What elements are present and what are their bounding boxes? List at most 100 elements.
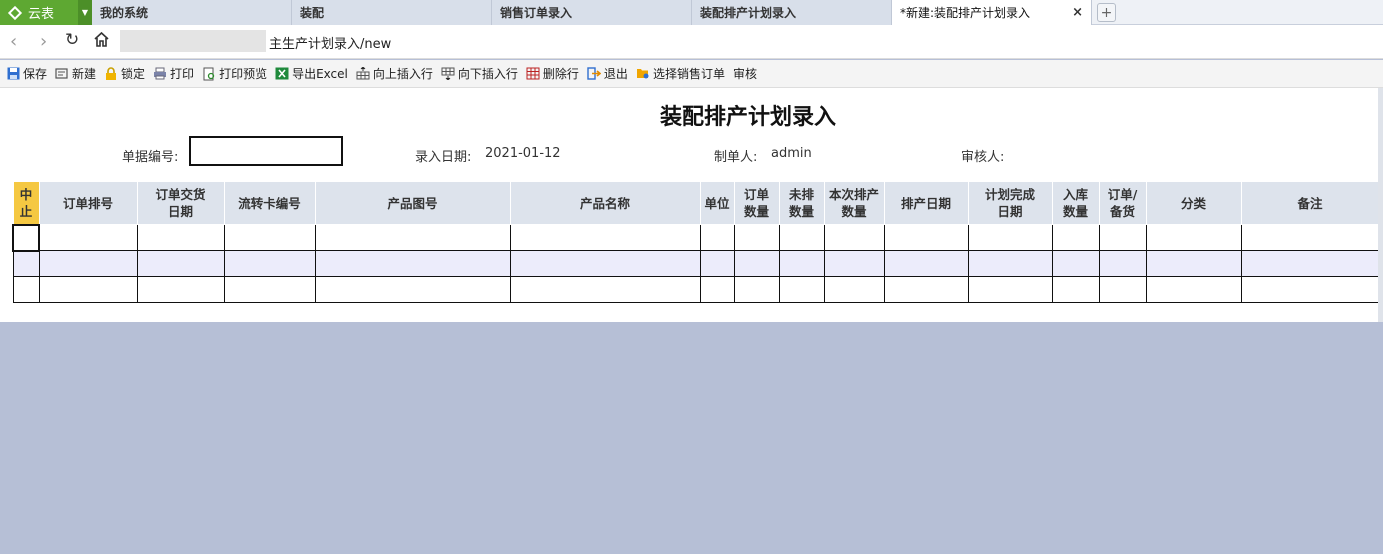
tab-my-system[interactable]: 我的系统 <box>92 0 292 25</box>
grid-cell[interactable] <box>1051 276 1100 303</box>
tab-assembly-plan-entry[interactable]: 装配排产计划录入 <box>692 0 892 25</box>
grid-cell[interactable] <box>823 250 885 277</box>
refresh-icon[interactable]: ↻ <box>65 30 79 50</box>
doc-no-input[interactable] <box>189 136 343 166</box>
grid-cell[interactable] <box>778 250 825 277</box>
app-logo[interactable]: 云表 <box>0 0 78 25</box>
grid-cell[interactable] <box>314 224 511 251</box>
grid-cell[interactable] <box>699 250 735 277</box>
logo-diamond-icon <box>7 5 23 20</box>
insert-row-below-button[interactable]: 向下插入行 <box>441 65 518 82</box>
grid-cell[interactable] <box>1240 224 1380 251</box>
grid-cell[interactable] <box>823 276 885 303</box>
grid-cell[interactable] <box>778 276 825 303</box>
grid-cell[interactable] <box>136 250 225 277</box>
print-button[interactable]: 打印 <box>153 65 194 82</box>
column-header[interactable]: 订单 数量 <box>733 181 780 225</box>
home-icon[interactable] <box>93 31 110 53</box>
grid-cell[interactable] <box>699 224 735 251</box>
column-header[interactable]: 排产日期 <box>883 181 969 225</box>
column-header-stop[interactable]: 中 止 <box>12 181 40 225</box>
column-header[interactable]: 订单/ 备货 <box>1098 181 1147 225</box>
grid-cell[interactable] <box>1145 250 1242 277</box>
export-excel-button[interactable]: 导出Excel <box>275 65 348 82</box>
column-header[interactable]: 产品名称 <box>509 181 701 225</box>
url-text[interactable]: 主生产计划录入/new <box>269 33 391 52</box>
grid-cell[interactable] <box>823 224 885 251</box>
review-button[interactable]: 审核 <box>733 65 757 82</box>
grid-cell[interactable] <box>967 250 1053 277</box>
app-name: 云表 <box>28 7 55 22</box>
grid-cell[interactable] <box>883 224 969 251</box>
grid-cell[interactable] <box>12 250 40 277</box>
print-preview-button[interactable]: 打印预览 <box>202 65 267 82</box>
delete-row-button[interactable]: 删除行 <box>526 65 579 82</box>
grid-cell[interactable] <box>1240 276 1380 303</box>
column-header[interactable]: 产品图号 <box>314 181 511 225</box>
exit-button[interactable]: 退出 <box>587 65 628 82</box>
grid-cell[interactable] <box>733 250 780 277</box>
grid-cell[interactable] <box>883 276 969 303</box>
grid-cell[interactable] <box>314 250 511 277</box>
entry-date-value[interactable]: 2021-01-12 <box>485 146 561 161</box>
back-icon[interactable]: ‹ <box>10 31 17 52</box>
toolbar-label: 向上插入行 <box>372 67 433 81</box>
grid-cell[interactable] <box>883 250 969 277</box>
select-sales-order-button[interactable]: 选择销售订单 <box>636 65 725 82</box>
tab-bar: 云表 ▼ 我的系统 装配 销售订单录入 装配排产计划录入 *新建:装配排产计划录… <box>0 0 1383 25</box>
grid-cell[interactable] <box>136 224 225 251</box>
grid-cell[interactable] <box>38 250 138 277</box>
grid-cell[interactable] <box>1098 224 1147 251</box>
lock-button[interactable]: 锁定 <box>104 65 145 82</box>
grid-cell[interactable] <box>1240 250 1380 277</box>
grid-cell[interactable] <box>1051 250 1100 277</box>
save-button[interactable]: 保存 <box>6 65 47 82</box>
grid-cell[interactable] <box>967 224 1053 251</box>
column-header[interactable]: 流转卡编号 <box>223 181 316 225</box>
column-header[interactable]: 计划完成 日期 <box>967 181 1053 225</box>
grid-cell[interactable] <box>38 224 138 251</box>
grid-cell[interactable] <box>1051 224 1100 251</box>
grid-cell[interactable] <box>1098 276 1147 303</box>
grid-cell[interactable] <box>1145 276 1242 303</box>
grid-cell[interactable] <box>223 250 316 277</box>
column-header[interactable]: 本次排产 数量 <box>823 181 885 225</box>
column-header[interactable]: 入库 数量 <box>1051 181 1100 225</box>
insert-row-above-button[interactable]: 向上插入行 <box>356 65 433 82</box>
forward-icon[interactable]: › <box>40 31 47 52</box>
tab-sales-order-entry[interactable]: 销售订单录入 <box>492 0 692 25</box>
grid-cell[interactable] <box>699 276 735 303</box>
plan-detail-grid: 中 止订单排号 订单交货 日期 流转卡编号 产品图号 产品名称 单位 订单 数量 未排 数量本… <box>12 181 1380 303</box>
grid-cell[interactable] <box>1098 250 1147 277</box>
entry-date-label: 录入日期: <box>415 150 472 165</box>
column-header[interactable]: 分类 <box>1145 181 1242 225</box>
grid-cell[interactable] <box>733 276 780 303</box>
grid-cell[interactable] <box>12 276 40 303</box>
plus-icon: + <box>1100 4 1113 21</box>
grid-cell[interactable] <box>509 250 701 277</box>
grid-cell[interactable] <box>223 276 316 303</box>
app-menu-dropdown-icon[interactable]: ▼ <box>78 0 92 25</box>
tab-new-assembly-plan[interactable]: *新建:装配排产计划录入 × <box>892 0 1092 25</box>
grid-cell[interactable] <box>314 276 511 303</box>
grid-cell[interactable] <box>778 224 825 251</box>
new-button[interactable]: 新建 <box>55 65 96 82</box>
grid-cell[interactable] <box>967 276 1053 303</box>
close-tab-icon[interactable]: × <box>1072 5 1083 20</box>
grid-header-row: 中 止订单排号 订单交货 日期 流转卡编号 产品图号 产品名称 单位 订单 数量 未排 数量本… <box>12 181 1380 225</box>
tab-assembly[interactable]: 装配 <box>292 0 492 25</box>
grid-cell[interactable] <box>1145 224 1242 251</box>
column-header[interactable]: 订单交货 日期 <box>136 181 225 225</box>
column-header[interactable]: 未排 数量 <box>778 181 825 225</box>
grid-cell[interactable] <box>733 224 780 251</box>
column-header[interactable]: 备注 <box>1240 181 1380 225</box>
column-header[interactable]: 订单排号 <box>38 181 138 225</box>
column-header[interactable]: 单位 <box>699 181 735 225</box>
grid-cell[interactable] <box>12 223 40 252</box>
grid-cell[interactable] <box>136 276 225 303</box>
grid-cell[interactable] <box>38 276 138 303</box>
grid-cell[interactable] <box>509 224 701 251</box>
add-tab-button[interactable]: + <box>1097 3 1116 22</box>
grid-cell[interactable] <box>223 224 316 251</box>
grid-cell[interactable] <box>509 276 701 303</box>
